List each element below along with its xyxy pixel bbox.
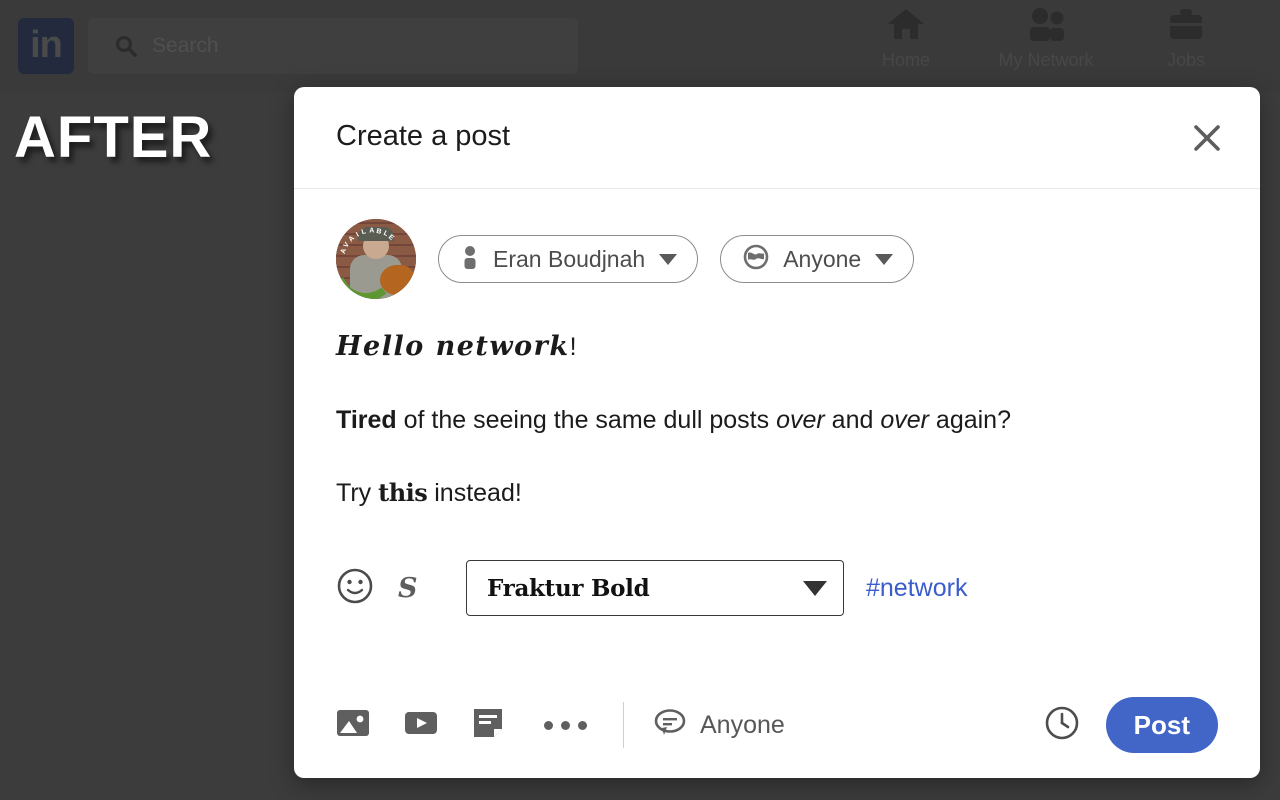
comment-audience-button[interactable]: Anyone xyxy=(654,708,785,742)
after-overlay-label: AFTER xyxy=(14,105,213,170)
post-line-3: Try this instead! xyxy=(336,481,1218,506)
hashtag-link[interactable]: #network xyxy=(866,574,967,603)
nav-label-jobs: Jobs xyxy=(1166,50,1206,70)
ellipsis-dot xyxy=(544,720,553,730)
document-icon xyxy=(472,707,504,744)
post-line-3-p2: instead! xyxy=(427,479,522,507)
emoji-icon xyxy=(336,567,374,610)
post-line-1-styled: Hello network xyxy=(336,331,570,362)
screen: in Search Home My Network Jobs AFTER Cre… xyxy=(0,0,1280,800)
post-line-2-italic2: over xyxy=(880,406,929,434)
ellipsis-dot xyxy=(561,720,570,730)
post-line-1: Hello network! xyxy=(336,333,1218,360)
chevron-down-icon xyxy=(659,253,678,265)
audience-label: Anyone xyxy=(783,245,862,272)
post-button[interactable]: Post xyxy=(1105,697,1218,753)
toolbar-divider xyxy=(623,702,624,748)
badge-char: A xyxy=(347,234,357,244)
nav-items: Home My Network Jobs xyxy=(836,6,1280,71)
modal-body: AVAILABLE Eran Boudjnah Anyone Hello net… xyxy=(294,189,1260,616)
nav-item-me[interactable]: Me xyxy=(1256,6,1280,71)
post-line-3-p1: Try xyxy=(336,479,379,507)
person-icon xyxy=(461,245,479,274)
badge-char: I xyxy=(355,231,361,239)
create-post-modal: Create a post A V A I L A B L E Eran Bou… xyxy=(294,87,1260,778)
clock-icon xyxy=(1044,706,1080,745)
schedule-button[interactable] xyxy=(1044,705,1080,746)
font-select[interactable]: Fraktur Bold xyxy=(466,560,844,616)
audience-pill[interactable]: Anyone xyxy=(720,235,915,283)
video-icon xyxy=(404,708,438,743)
author-row: AVAILABLE Eran Boudjnah Anyone xyxy=(336,189,1218,299)
briefcase-icon xyxy=(1165,6,1207,47)
available-badge-text: AVAILABLE xyxy=(337,225,407,295)
post-line-2-p2: and xyxy=(824,406,881,434)
comment-audience-label: Anyone xyxy=(700,710,785,739)
nav-label-my-network: My Network xyxy=(998,50,1094,70)
post-line-1-plain: ! xyxy=(569,333,577,361)
add-photo-button[interactable] xyxy=(336,708,370,743)
post-line-2-p3: again? xyxy=(928,406,1011,434)
badge-char: A xyxy=(368,227,375,235)
post-editor[interactable]: Hello network! Tired of the seeing the s… xyxy=(336,299,1218,506)
linkedin-logo[interactable]: in xyxy=(18,18,74,74)
search-icon xyxy=(114,34,138,58)
page-title: Create a post xyxy=(336,120,511,152)
more-options-button[interactable] xyxy=(538,720,593,730)
close-button[interactable] xyxy=(1186,119,1228,161)
author-name-label: Eran Boudjnah xyxy=(493,245,646,272)
badge-char: B xyxy=(375,227,383,236)
modal-bottom-bar: Anyone Post xyxy=(294,672,1260,778)
search-placeholder: Search xyxy=(152,34,219,57)
post-line-2: Tired of the seeing the same dull posts … xyxy=(336,408,1218,433)
home-icon xyxy=(885,6,927,47)
text-style-button[interactable]: S xyxy=(398,573,466,604)
emoji-button[interactable] xyxy=(336,567,398,610)
comment-icon xyxy=(654,708,686,742)
font-select-value: Fraktur Bold xyxy=(487,574,650,602)
global-navbar: in Search Home My Network Jobs xyxy=(0,0,1280,92)
post-line-2-bold: Tired xyxy=(336,406,397,434)
format-toolbar: S Fraktur Bold #network xyxy=(336,506,1218,616)
post-line-2-p1: of the seeing the same dull posts xyxy=(396,406,777,434)
nav-item-my-network[interactable]: My Network xyxy=(976,6,1116,71)
attachment-buttons xyxy=(336,707,593,744)
avatar[interactable]: AVAILABLE xyxy=(336,219,416,299)
chevron-down-icon xyxy=(803,580,827,596)
badge-char: L xyxy=(361,227,368,236)
author-name-pill[interactable]: Eran Boudjnah xyxy=(438,235,699,283)
modal-header: Create a post xyxy=(294,87,1260,189)
post-line-3-fraktur: this xyxy=(378,478,428,507)
image-icon xyxy=(336,708,370,743)
add-video-button[interactable] xyxy=(404,708,438,743)
post-line-2-italic1: over xyxy=(776,406,825,434)
globe-icon xyxy=(743,244,769,275)
nav-label-home: Home xyxy=(881,50,930,70)
close-icon xyxy=(1190,121,1224,160)
bottom-right-actions: Post xyxy=(1044,697,1218,753)
search-input[interactable]: Search xyxy=(88,18,578,74)
badge-char: E xyxy=(387,234,396,243)
add-document-button[interactable] xyxy=(472,707,504,744)
people-icon xyxy=(1025,6,1067,47)
nav-item-home[interactable]: Home xyxy=(836,6,976,71)
chevron-down-icon xyxy=(875,253,894,265)
nav-item-jobs[interactable]: Jobs xyxy=(1116,6,1256,71)
ellipsis-dot xyxy=(578,720,587,730)
